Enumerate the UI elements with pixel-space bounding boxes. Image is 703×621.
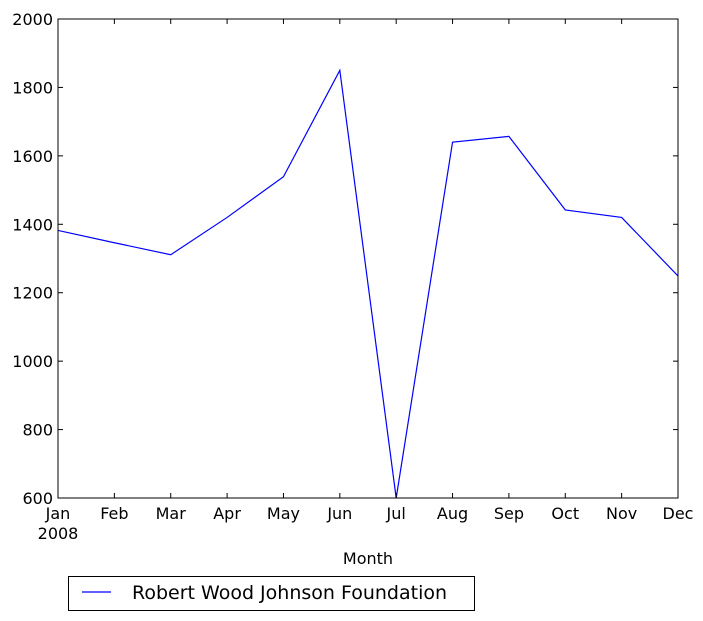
legend: Robert Wood Johnson Foundation xyxy=(68,576,475,611)
x-tick-label: Feb xyxy=(100,504,128,523)
x-tick-label: Aug xyxy=(437,504,468,523)
x-year-label: 2008 xyxy=(38,524,79,543)
x-tick-label: Oct xyxy=(551,504,579,523)
y-tick-label: 1000 xyxy=(12,352,53,371)
x-tick-label: Apr xyxy=(213,504,241,523)
x-axis: Jan Feb Mar Apr May Jun Jul Aug Sep Oct Nov Dec xyxy=(45,19,694,523)
x-tick-label: Jul xyxy=(386,504,406,523)
y-tick-label: 1200 xyxy=(12,284,53,303)
x-tick-label: Sep xyxy=(494,504,524,523)
x-tick-label: Nov xyxy=(606,504,637,523)
y-tick-label: 2000 xyxy=(12,10,53,29)
x-tick-label: Dec xyxy=(663,504,694,523)
x-tick-label: Mar xyxy=(156,504,187,523)
y-tick-label: 1600 xyxy=(12,147,53,166)
legend-label: Robert Wood Johnson Foundation xyxy=(132,582,447,604)
y-tick-label: 800 xyxy=(22,421,53,440)
x-tick-label: Jun xyxy=(326,504,352,523)
x-tick-label: Jan xyxy=(45,504,71,523)
y-axis: 600800100012001400160018002000 xyxy=(12,10,678,508)
y-tick-label: 1800 xyxy=(12,78,53,97)
plot-area xyxy=(57,18,679,499)
y-tick-label: 1400 xyxy=(12,215,53,234)
x-axis-label: Month xyxy=(343,549,393,568)
line-chart: 600800100012001400160018002000 Jan Feb Mar… xyxy=(12,10,694,611)
series-line-0 xyxy=(58,68,678,498)
x-tick-label: May xyxy=(267,504,300,523)
axes-frame xyxy=(57,18,679,499)
